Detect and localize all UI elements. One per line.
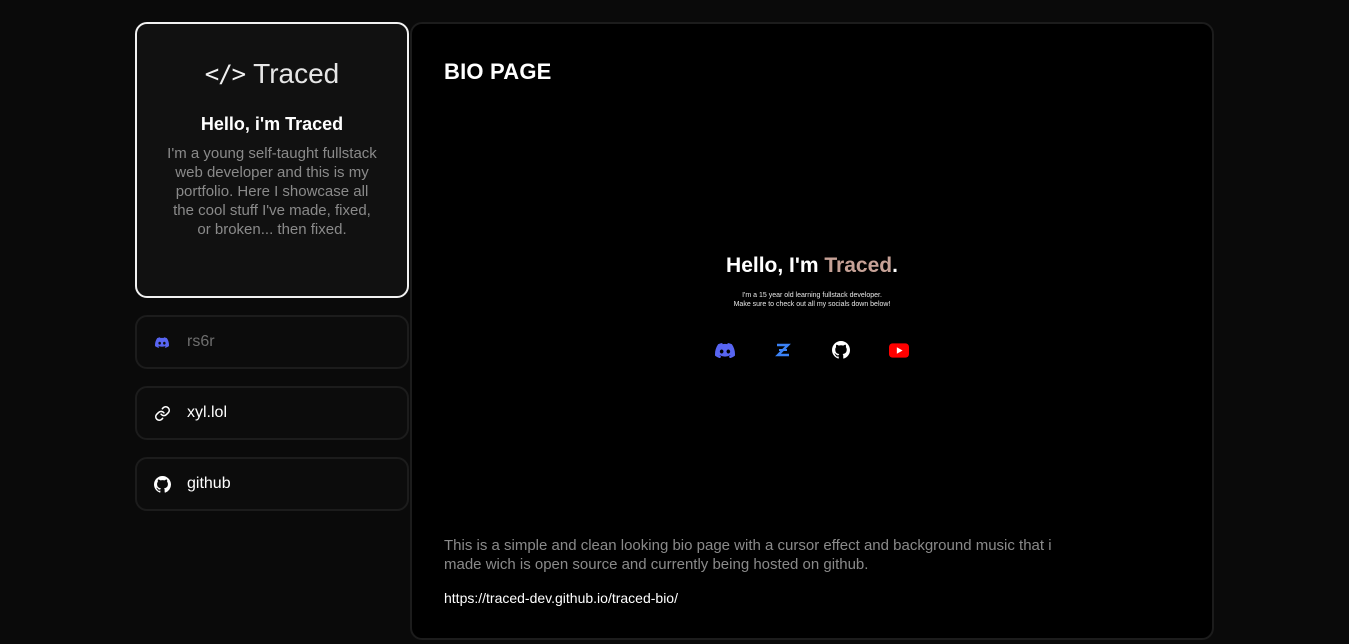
preview-subtitle-line: Make sure to check out all my socials do… — [733, 301, 891, 308]
guns-lol-icon[interactable] — [773, 340, 793, 360]
preview-greeting-prefix: Hello, I'm — [726, 254, 825, 277]
preview-subtitle-line: I'm a 15 year old learning fullstack dev… — [742, 292, 882, 299]
github-icon[interactable] — [831, 340, 851, 360]
logo: </> Traced — [137, 58, 407, 90]
discord-icon — [153, 333, 171, 351]
code-icon: </> — [204, 60, 246, 88]
profile-greeting: Hello, i'm Traced — [200, 114, 344, 134]
project-description: This is a simple and clean looking bio p… — [444, 537, 1052, 573]
project-url-link[interactable]: https://traced-dev.github.io/traced-bio/ — [444, 590, 678, 606]
preview-subtitle: I'm a 15 year old learning fullstack dev… — [682, 291, 942, 309]
github-icon — [153, 475, 171, 493]
project-preview[interactable]: Hello, I'm Traced. I'm a 15 year old lea… — [682, 254, 942, 364]
link-label: github — [187, 475, 231, 492]
preview-greeting: Hello, I'm Traced. — [682, 254, 942, 278]
link-label: rs6r — [187, 333, 215, 350]
discord-icon[interactable] — [715, 340, 735, 360]
youtube-icon[interactable] — [889, 340, 909, 360]
profile-card: </> Traced Hello, i'm Traced I'm a young… — [135, 22, 409, 298]
preview-greeting-suffix: . — [892, 254, 898, 277]
profile-description: I'm a young self-taught fullstack web de… — [167, 145, 377, 238]
link-icon — [153, 404, 171, 422]
preview-greeting-name: Traced — [824, 254, 893, 277]
link-card-github[interactable]: github — [135, 457, 409, 511]
link-label: xyl.lol — [187, 404, 228, 421]
link-card-discord[interactable]: rs6r — [135, 315, 409, 369]
link-card-website[interactable]: xyl.lol — [135, 386, 409, 440]
project-panel: BIO PAGE Hello, I'm Traced. I'm a 15 yea… — [410, 22, 1214, 640]
project-title: BIO PAGE — [444, 59, 552, 84]
logo-text: Traced — [253, 58, 340, 89]
preview-socials — [682, 340, 942, 360]
